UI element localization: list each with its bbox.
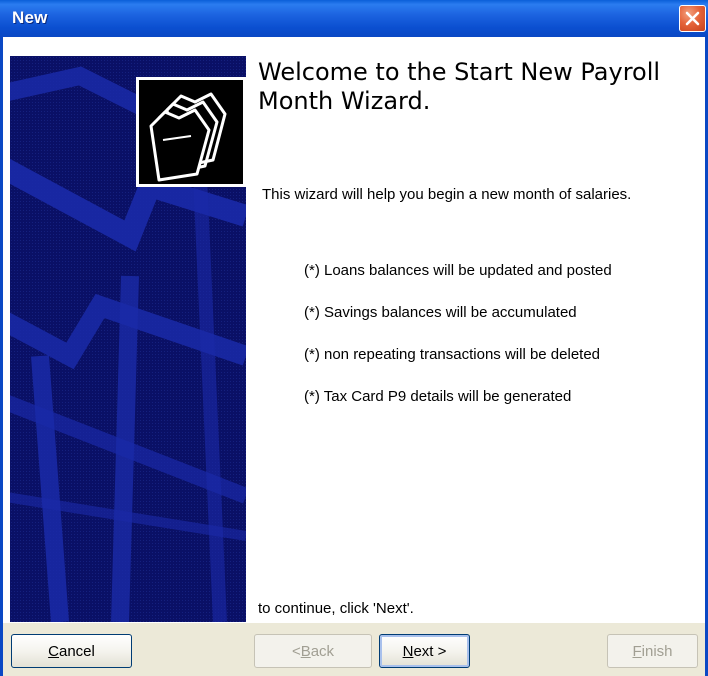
back-button-mnemonic: B (300, 642, 311, 660)
back-button[interactable]: < Back (254, 634, 372, 668)
window-border-left (0, 37, 3, 676)
finish-button[interactable]: Finish (607, 634, 698, 668)
bullet-savings: (*) Savings balances will be accumulated (304, 304, 577, 321)
close-icon (685, 11, 700, 26)
next-button-label: ext > (413, 642, 447, 660)
cancel-button-label: ancel (58, 642, 95, 660)
next-button-mnemonic: N (402, 642, 414, 660)
bullet-tax-card: (*) Tax Card P9 details will be generate… (304, 388, 572, 405)
wizard-intro: This wizard will help you begin a new mo… (262, 186, 632, 203)
folder-stack-icon (136, 77, 246, 187)
cancel-button-mnemonic: C (48, 642, 59, 660)
close-button[interactable] (679, 5, 706, 32)
wizard-heading: Welcome to the Start New Payroll Month W… (258, 58, 661, 115)
bullet-loans: (*) Loans balances will be updated and p… (304, 262, 612, 279)
back-button-label: ack (310, 642, 335, 660)
finish-button-mnemonic: F (632, 642, 642, 660)
title-bar[interactable]: New (0, 0, 708, 37)
continue-instruction: to continue, click 'Next'. (258, 600, 414, 617)
next-button[interactable]: Next > (379, 634, 470, 668)
button-bar: Cancel < Back Next > Finish (3, 622, 705, 676)
back-button-prefix: < (291, 642, 301, 660)
finish-button-label: inish (641, 642, 673, 660)
cancel-button[interactable]: Cancel (11, 634, 132, 668)
bullet-transactions: (*) non repeating transactions will be d… (304, 346, 601, 363)
window-title: New (12, 8, 48, 27)
